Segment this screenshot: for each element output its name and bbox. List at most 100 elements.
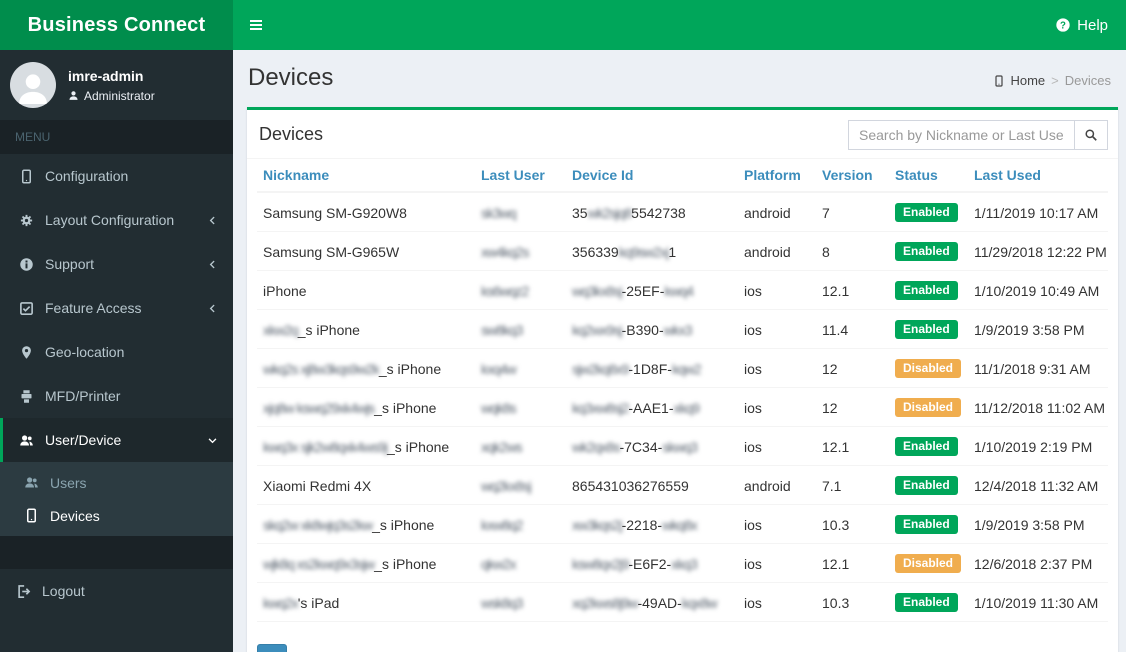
page-title: Devices bbox=[248, 64, 334, 91]
sidebar-item-label: Configuration bbox=[45, 168, 129, 184]
nickname-cell: kwq3x sjk2w8qxk4ws9j_s iPhone bbox=[257, 426, 475, 466]
column-header-status[interactable]: Status bbox=[889, 159, 968, 193]
person-icon bbox=[68, 90, 79, 101]
column-header-last-used[interactable]: Last Used bbox=[968, 159, 1108, 193]
user-role-label: Administrator bbox=[84, 88, 155, 103]
redacted-text: kwq3x sjk2w8qxk4ws9j bbox=[263, 438, 388, 455]
status-cell: Enabled bbox=[889, 504, 968, 544]
device-id-cell: wk2qx8s-7C34-skwq3 bbox=[566, 426, 738, 466]
last-user-cell: kxq4w bbox=[475, 348, 566, 388]
redacted-text: skwq3 bbox=[662, 438, 698, 455]
info-icon bbox=[15, 257, 37, 272]
status-cell: Enabled bbox=[889, 270, 968, 310]
last-used-cell: 1/10/2019 10:49 AM bbox=[968, 270, 1108, 310]
sign-out-icon bbox=[12, 584, 34, 599]
nickname-cell: wkq2s xj8w3kqs9w2k_s iPhone bbox=[257, 348, 475, 388]
status-badge: Disabled bbox=[895, 554, 962, 573]
sidebar-item-mfd-printer[interactable]: MFD/Printer bbox=[0, 374, 233, 418]
status-badge: Disabled bbox=[895, 359, 962, 378]
users-icon bbox=[15, 433, 37, 448]
table-header-row: Nickname Last User Device Id Platform Versio… bbox=[257, 159, 1108, 193]
column-header-platform[interactable]: Platform bbox=[738, 159, 816, 193]
column-header-last-user[interactable]: Last User bbox=[475, 159, 566, 193]
page-button-1[interactable]: 1 bbox=[257, 644, 287, 652]
redacted-text: skq2w xk8wjq3s2kw bbox=[263, 516, 373, 533]
last-user-cell: wsk8q3 bbox=[475, 582, 566, 622]
app-window: Business Connect Help imre-admin Adminis… bbox=[0, 0, 1126, 652]
sidebar-submenu: Users Devices bbox=[0, 462, 233, 536]
breadcrumb-separator: > bbox=[1051, 73, 1059, 88]
brand-logo: Business Connect bbox=[0, 0, 233, 50]
sidebar-item-label: Layout Configuration bbox=[45, 212, 175, 228]
sidebar-subitem-label: Devices bbox=[50, 507, 100, 524]
last-used-cell: 1/11/2019 10:17 AM bbox=[968, 192, 1108, 232]
redacted-text: wk2sjq8 bbox=[587, 204, 633, 221]
sidebar-subitem-users[interactable]: Users bbox=[0, 466, 233, 499]
chevron-left-icon bbox=[207, 303, 218, 314]
help-button[interactable]: Help bbox=[1055, 0, 1108, 50]
sidebar-item-user-device[interactable]: User/Device bbox=[0, 418, 233, 462]
top-header: Business Connect Help bbox=[0, 0, 1126, 50]
redacted-text: kxq4w bbox=[481, 360, 517, 377]
sidebar-item-configuration[interactable]: Configuration bbox=[0, 154, 233, 198]
person-icon bbox=[14, 70, 52, 108]
sidebar-item-layout-configuration[interactable]: Layout Configuration bbox=[0, 198, 233, 242]
search-button[interactable] bbox=[1074, 120, 1108, 150]
user-panel: imre-admin Administrator bbox=[0, 50, 233, 120]
table-row: skq2w xk8wjq3s2kw_s iPhone kxw8q2 xw3kqs2j… bbox=[257, 504, 1108, 544]
redacted-text: wk2qx8s bbox=[572, 438, 620, 455]
last-user-cell: wqk8s bbox=[475, 387, 566, 427]
version-cell: 12.1 bbox=[816, 270, 889, 310]
platform-cell: ios bbox=[738, 582, 816, 622]
redacted-text: xkq3 bbox=[671, 555, 698, 572]
devices-panel: Devices NicknameLast UserDevice IdPlatfo… bbox=[247, 107, 1118, 652]
sidebar-toggle-button[interactable] bbox=[233, 0, 279, 50]
redacted-text: wkx3 bbox=[663, 321, 693, 338]
breadcrumb-home-link[interactable]: Home bbox=[993, 73, 1045, 88]
status-cell: Disabled bbox=[889, 387, 968, 427]
sidebar-item-geo-location[interactable]: Geo-location bbox=[0, 330, 233, 374]
redacted-text: xq2kws8j9w bbox=[572, 594, 638, 611]
breadcrumb-home-label: Home bbox=[1010, 73, 1046, 88]
last-used-cell: 11/29/2018 12:22 PM bbox=[968, 231, 1108, 271]
chevron-down-icon bbox=[207, 435, 218, 446]
last-used-cell: 11/12/2018 11:02 AM bbox=[968, 387, 1108, 427]
column-header-version[interactable]: Version bbox=[816, 159, 889, 193]
redacted-text: sw8kq3 bbox=[481, 321, 523, 338]
sidebar: imre-admin Administrator MENU Configurat… bbox=[0, 50, 233, 652]
sidebar-item-feature-access[interactable]: Feature Access bbox=[0, 286, 233, 330]
last-used-cell: 12/6/2018 2:37 PM bbox=[968, 543, 1108, 583]
version-cell: 7 bbox=[816, 192, 889, 232]
status-badge: Enabled bbox=[895, 476, 958, 495]
content-area: Devices Home > Devices Devices Search by… bbox=[233, 50, 1126, 652]
redacted-text: wsk8q3 bbox=[481, 594, 523, 611]
redacted-text: wkq8x bbox=[662, 516, 698, 533]
last-user-cell: kxw8q2 bbox=[475, 504, 566, 544]
version-cell: 8 bbox=[816, 231, 889, 271]
sidebar-item-logout[interactable]: Logout bbox=[0, 569, 233, 613]
redacted-text: qkw2x bbox=[481, 555, 517, 572]
version-cell: 12 bbox=[816, 387, 889, 427]
table-row: Xiaomi Redmi 4X wq2kx8sj 865431036276559 an… bbox=[257, 465, 1108, 505]
column-header-nickname[interactable]: Nickname bbox=[257, 159, 475, 193]
status-badge: Enabled bbox=[895, 593, 958, 612]
search-input[interactable] bbox=[848, 120, 1074, 150]
breadcrumb: Home > Devices bbox=[993, 73, 1111, 88]
nickname-cell: skq2w xk8wjq3s2kw_s iPhone bbox=[257, 504, 475, 544]
sidebar-item-support[interactable]: Support bbox=[0, 242, 233, 286]
device-id-cell: xq2kws8j9w-49AD-kqx8w bbox=[566, 582, 738, 622]
column-header-device-id[interactable]: Device Id bbox=[566, 159, 738, 193]
redacted-text: xjq8w kswq29xk4wjs bbox=[263, 399, 375, 416]
version-cell: 12 bbox=[816, 348, 889, 388]
redacted-text: wjk8q xs2kwq9x3sjw bbox=[263, 555, 375, 572]
device-id-cell: xw3kqs2j-2218-wkq8x bbox=[566, 504, 738, 544]
nickname-cell: Samsung SM-G965W bbox=[257, 231, 475, 271]
avatar bbox=[10, 62, 56, 108]
nickname-cell: kwq2x's iPad bbox=[257, 582, 475, 622]
platform-cell: ios bbox=[738, 309, 816, 349]
redacted-text: kq9sw2xj bbox=[618, 243, 670, 260]
sidebar-subitem-devices[interactable]: Devices bbox=[0, 499, 233, 532]
platform-cell: ios bbox=[738, 387, 816, 427]
status-cell: Enabled bbox=[889, 582, 968, 622]
pin-icon bbox=[15, 345, 37, 360]
